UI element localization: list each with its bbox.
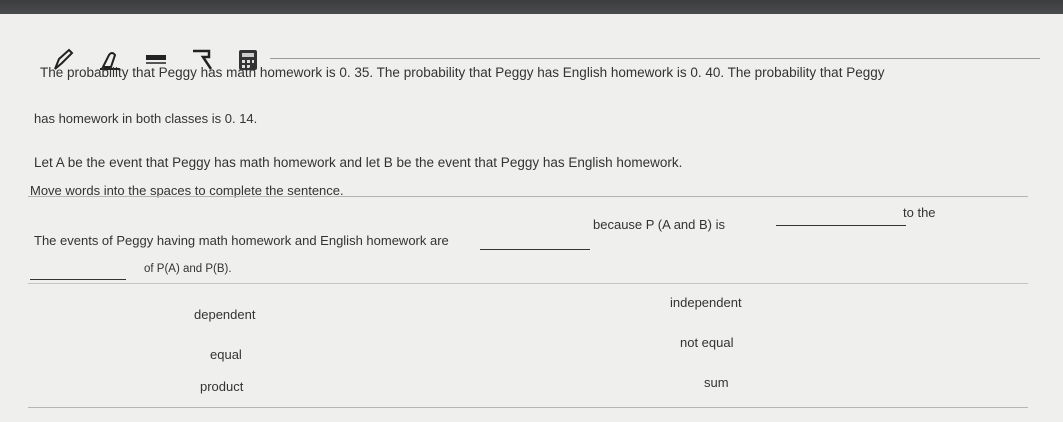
drop-blank-2[interactable] [776,225,906,226]
question-text-line2: has homework in both classes is 0. 14. [34,111,258,126]
drop-blank-3[interactable] [30,279,126,280]
sentence-part4: of P(A) and P(B). [144,263,232,275]
sentence-part3: to the [903,205,936,220]
divider [28,283,1028,284]
toolbar-divider [270,58,1040,59]
choice-dependent[interactable]: dependent [188,305,261,324]
sentence-part2: because P (A and B) is [593,217,726,232]
question-text-line1: The probability that Peggy has math home… [40,65,885,80]
answer-panel: The events of Peggy having math homework… [28,196,1028,408]
choice-sum[interactable]: sum [698,373,735,392]
choice-product[interactable]: product [194,377,249,396]
question-text-line3: Let A be the event that Peggy has math h… [34,155,683,170]
choice-independent[interactable]: independent [664,293,748,312]
drop-blank-1[interactable] [480,249,590,250]
worksheet: The probability that Peggy has math home… [0,14,1063,422]
sentence-part1: The events of Peggy having math homework… [34,233,449,248]
choice-not-equal[interactable]: not equal [674,333,740,352]
choice-equal[interactable]: equal [204,345,248,364]
